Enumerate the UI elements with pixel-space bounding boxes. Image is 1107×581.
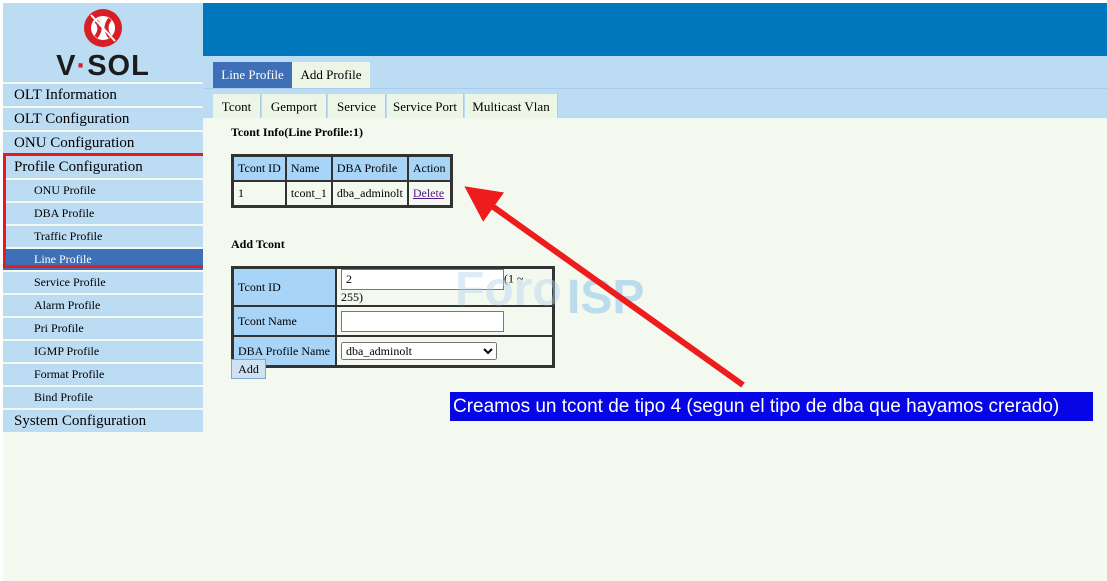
add-tcont-form: Tcont ID (1 ~ 255) Tcont Name DBA Profil…	[231, 266, 555, 368]
col-dba-profile: DBA Profile	[331, 156, 408, 181]
col-tcont-id: Tcont ID	[233, 156, 286, 181]
tcont-table: Tcont ID Name DBA Profile Action 1 tcont…	[231, 154, 453, 208]
add-tcont-title: Add Tcont	[231, 237, 285, 251]
sidebar-item-onu-profile[interactable]: ONU Profile	[3, 180, 203, 201]
menu-onu-configuration[interactable]: ONU Configuration	[3, 132, 203, 154]
add-button[interactable]: Add	[231, 359, 266, 379]
sidebar-item-traffic-profile[interactable]: Traffic Profile	[3, 226, 203, 247]
delete-link[interactable]: Delete	[413, 186, 444, 200]
menu-system-configuration[interactable]: System Configuration	[3, 410, 203, 432]
top-banner	[203, 3, 1107, 56]
sidebar-item-alarm-profile[interactable]: Alarm Profile	[3, 295, 203, 316]
dba-profile-select[interactable]: dba_adminolt	[341, 342, 497, 360]
tcont-name-input[interactable]	[341, 310, 504, 332]
col-action: Action	[407, 156, 451, 181]
cell-name: tcont_1	[285, 181, 332, 206]
annotation-caption: Creamos un tcont de tipo 4 (segun el tip…	[450, 392, 1093, 421]
tab-service-port[interactable]: Service Port	[387, 94, 464, 119]
tcont-info-title: Tcont Info(Line Profile:1)	[231, 125, 363, 139]
sub-tabs: Tcont Gemport Service Service Port Multi…	[203, 88, 1107, 119]
tab-gemport[interactable]: Gemport	[262, 94, 327, 119]
tab-tcont[interactable]: Tcont	[213, 94, 261, 119]
tab-line-profile[interactable]: Line Profile	[213, 62, 292, 88]
cell-dba: dba_adminolt	[331, 181, 408, 206]
menu-olt-configuration[interactable]: OLT Configuration	[3, 108, 203, 130]
cell-tcont-id: 1	[233, 181, 286, 206]
cell-action: Delete	[407, 181, 451, 206]
vsol-logo-icon	[84, 9, 122, 47]
col-name: Name	[285, 156, 332, 181]
sidebar-item-format-profile[interactable]: Format Profile	[3, 364, 203, 385]
sidebar: V·SOL OLT Information OLT Configuration …	[3, 3, 206, 581]
tab-add-profile[interactable]: Add Profile	[292, 62, 370, 88]
table-row: 1 tcont_1 dba_adminolt Delete	[233, 181, 451, 206]
profile-tabs: Line Profile Add Profile	[203, 56, 1107, 88]
menu-olt-information[interactable]: OLT Information	[3, 84, 203, 106]
tab-multicast-vlan[interactable]: Multicast Vlan	[465, 94, 558, 119]
tab-service[interactable]: Service	[328, 94, 386, 119]
main-content: Tcont Info(Line Profile:1) Tcont ID Name…	[203, 118, 1107, 581]
sidebar-item-dba-profile[interactable]: DBA Profile	[3, 203, 203, 224]
vsol-logo: V·SOL	[3, 3, 203, 82]
brand-name: V·SOL	[56, 50, 150, 82]
tcont-name-label: Tcont Name	[233, 306, 336, 336]
tcont-id-input[interactable]	[341, 269, 504, 290]
sidebar-item-pri-profile[interactable]: Pri Profile	[3, 318, 203, 339]
tcont-id-label: Tcont ID	[233, 268, 336, 306]
menu-profile-configuration[interactable]: Profile Configuration	[3, 156, 203, 178]
sidebar-item-service-profile[interactable]: Service Profile	[3, 272, 203, 293]
sidebar-item-line-profile[interactable]: Line Profile	[3, 249, 203, 270]
sidebar-item-igmp-profile[interactable]: IGMP Profile	[3, 341, 203, 362]
table-header-row: Tcont ID Name DBA Profile Action	[233, 156, 451, 181]
sidebar-item-bind-profile[interactable]: Bind Profile	[3, 387, 203, 408]
